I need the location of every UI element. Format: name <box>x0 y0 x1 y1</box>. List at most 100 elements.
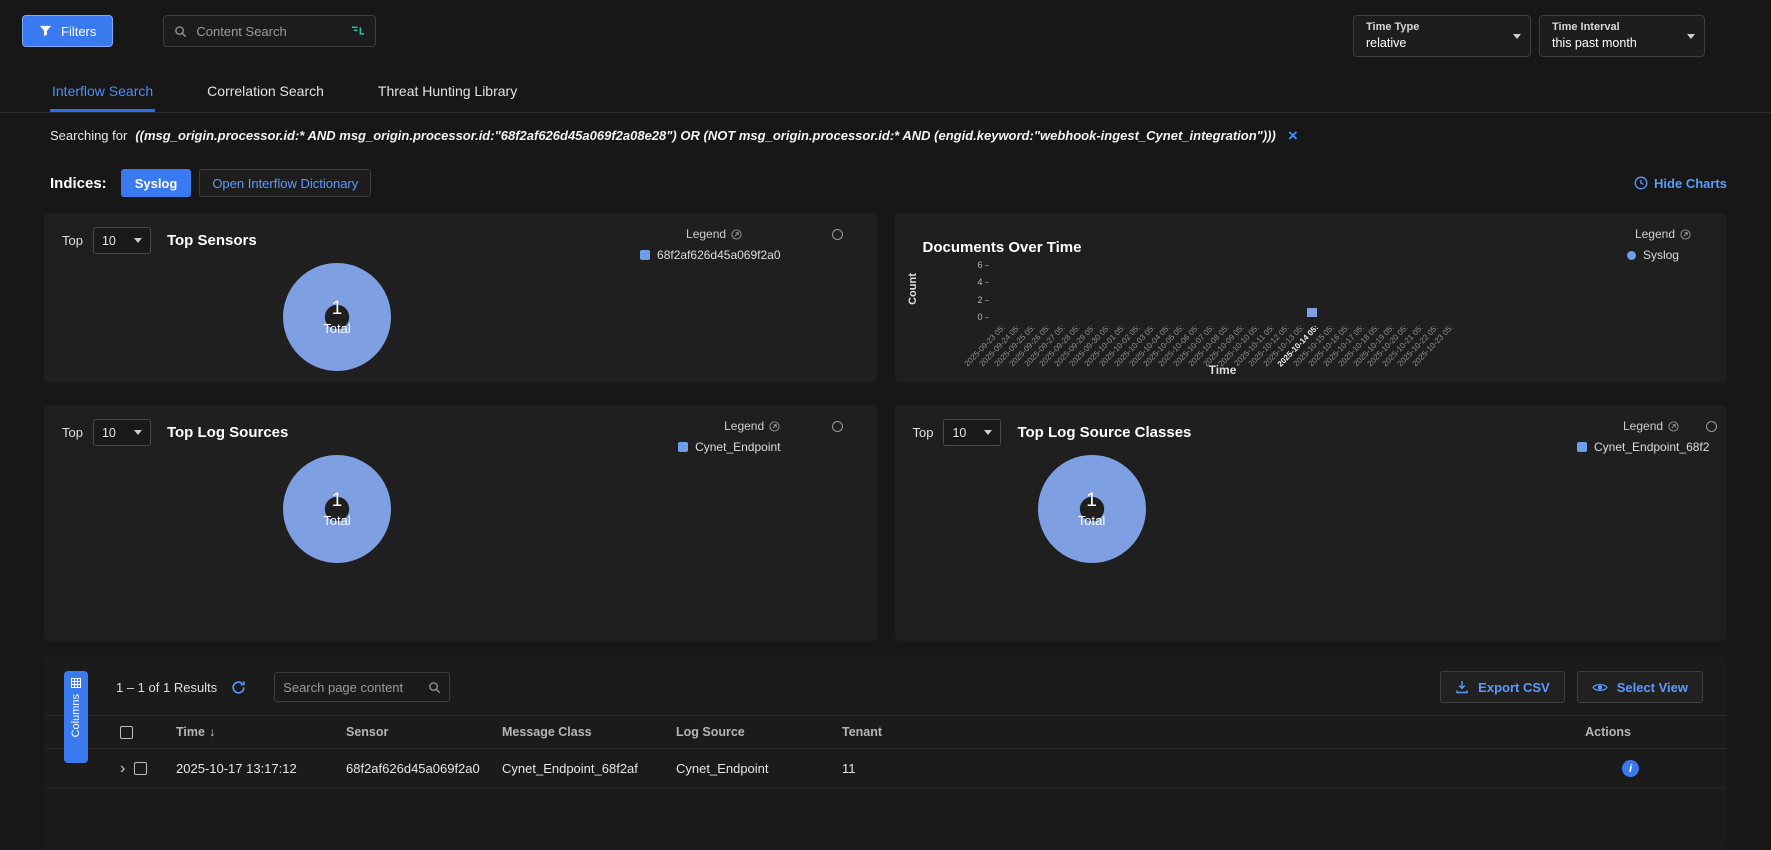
content-search[interactable] <box>163 15 376 47</box>
open-interflow-dictionary-button[interactable]: Open Interflow Dictionary <box>199 169 371 197</box>
top-log-sources-donut-chart[interactable]: 1 Total <box>283 455 391 563</box>
time-interval-select[interactable]: Time Interval this past month <box>1539 15 1705 57</box>
refresh-icon[interactable] <box>231 680 246 695</box>
results-panel: Columns 1 – 1 of 1 Results Export CSV Se… <box>44 655 1727 850</box>
content-search-input[interactable] <box>196 24 341 39</box>
top-sensors-count-select[interactable]: 10 <box>93 227 151 254</box>
row-expand-icon[interactable]: › <box>120 761 125 777</box>
legend-swatch-icon <box>1627 251 1636 260</box>
chart-options-radio[interactable] <box>832 229 843 240</box>
y-tick: 0 <box>977 312 982 322</box>
y-axis-label: Count <box>907 259 919 319</box>
column-header-tenant[interactable]: Tenant <box>842 725 962 739</box>
tab-correlation-search[interactable]: Correlation Search <box>205 77 326 112</box>
select-view-label: Select View <box>1617 680 1688 695</box>
page-content-search[interactable] <box>274 672 450 702</box>
time-type-label: Time Type <box>1366 21 1506 33</box>
chart-options-radio[interactable] <box>1706 421 1717 432</box>
legend-item[interactable]: Cynet_Endpoint_68f2af <box>1577 440 1709 454</box>
chevron-down-icon <box>1513 34 1521 39</box>
column-header-log-source[interactable]: Log Source <box>676 725 842 739</box>
legend-label: Legend <box>724 419 764 433</box>
top-log-source-classes-count-select[interactable]: 10 <box>943 419 1001 446</box>
chevron-down-icon <box>134 430 142 435</box>
cell-time: 2025-10-17 13:17:12 <box>176 761 346 776</box>
hide-charts-label: Hide Charts <box>1654 176 1727 191</box>
row-select-cell: › <box>120 761 176 777</box>
legend-expand-icon <box>731 229 742 240</box>
legend-item[interactable]: Syslog <box>1627 248 1691 262</box>
legend-header[interactable]: Legend <box>1623 419 1709 433</box>
filters-button[interactable]: Filters <box>22 15 113 47</box>
tab-threat-hunting-library[interactable]: Threat Hunting Library <box>376 77 519 112</box>
hide-charts-link[interactable]: Hide Charts <box>1634 176 1727 191</box>
legend-header[interactable]: Legend <box>1635 227 1691 241</box>
tab-interflow-search[interactable]: Interflow Search <box>50 77 155 112</box>
top-log-sources-count-select[interactable]: 10 <box>93 419 151 446</box>
select-all-checkbox[interactable] <box>120 726 133 739</box>
docs-y-axis: 0246 <box>957 265 991 317</box>
clear-query-icon[interactable]: × <box>1288 127 1298 144</box>
donut-total-value: 1 <box>332 298 343 320</box>
legend-swatch-icon <box>678 442 688 452</box>
y-tick: 6 <box>977 260 982 270</box>
syslog-index-button[interactable]: Syslog <box>121 169 192 197</box>
card-title: Top Log Source Classes <box>1017 424 1191 441</box>
page-content-search-input[interactable] <box>283 680 422 695</box>
legend-item[interactable]: 68f2af626d45a069f2a0 <box>640 248 780 262</box>
column-header-sensor[interactable]: Sensor <box>346 725 502 739</box>
legend: Legend Cynet_Endpoint_68f2af <box>1577 419 1709 454</box>
legend-header[interactable]: Legend <box>724 419 780 433</box>
chevron-down-icon <box>1687 34 1695 39</box>
legend-item-label: Cynet_Endpoint <box>695 440 780 454</box>
columns-button[interactable]: Columns <box>64 671 88 763</box>
legend-header[interactable]: Legend <box>686 227 780 241</box>
filters-label: Filters <box>61 24 96 39</box>
top-log-source-classes-donut-chart[interactable]: 1 Total <box>1038 455 1146 563</box>
search-icon <box>174 25 187 38</box>
card-top-sensors: Top 10 Top Sensors Legend 68f2af626d45a0… <box>44 213 877 383</box>
top-log-source-classes-count-value: 10 <box>952 426 966 440</box>
top-bar: Filters Time Type relative Time Interval… <box>0 0 1771 57</box>
legend-item-label: 68f2af626d45a069f2a0 <box>657 248 780 262</box>
time-interval-label: Time Interval <box>1552 21 1680 33</box>
cell-sensor: 68f2af626d45a069f2a0 <box>346 761 502 776</box>
charts-grid: Top 10 Top Sensors Legend 68f2af626d45a0… <box>44 213 1727 641</box>
query-prefix: Searching for <box>50 128 127 143</box>
chart-options-radio[interactable] <box>832 421 843 432</box>
row-checkbox[interactable] <box>134 762 147 775</box>
top-label: Top <box>913 425 934 440</box>
time-type-select[interactable]: Time Type relative <box>1353 15 1531 57</box>
sort-desc-icon: ↓ <box>209 725 215 739</box>
top-sensors-count-value: 10 <box>102 234 116 248</box>
chevron-down-icon <box>134 238 142 243</box>
top-label: Top <box>62 425 83 440</box>
eye-icon <box>1592 682 1608 693</box>
legend-swatch-icon <box>640 250 650 260</box>
export-csv-button[interactable]: Export CSV <box>1440 671 1565 703</box>
legend-label: Legend <box>1635 227 1675 241</box>
x-axis-label: Time <box>999 363 1447 377</box>
card-title: Top Log Sources <box>167 424 288 441</box>
donut-total-label: Total <box>1078 513 1105 528</box>
info-icon[interactable]: i <box>1622 760 1639 777</box>
select-view-button[interactable]: Select View <box>1577 671 1703 703</box>
legend: Legend Cynet_Endpoint <box>678 419 780 454</box>
legend-label: Legend <box>1623 419 1663 433</box>
indices-row: Indices: Syslog Open Interflow Dictionar… <box>0 144 1771 197</box>
top-label: Top <box>62 233 83 248</box>
legend-expand-icon <box>1668 421 1679 432</box>
cell-message-class: Cynet_Endpoint_68f2af <box>502 761 676 776</box>
legend-item-label: Cynet_Endpoint_68f2af <box>1594 440 1709 454</box>
time-header-label: Time <box>176 725 205 739</box>
column-header-time[interactable]: Time ↓ <box>176 725 346 739</box>
top-sensors-donut-chart[interactable]: 1 Total <box>283 263 391 371</box>
doc-count-bar[interactable] <box>1307 308 1317 317</box>
legend-item[interactable]: Cynet_Endpoint <box>678 440 780 454</box>
export-csv-label: Export CSV <box>1478 680 1550 695</box>
table-row: › 2025-10-17 13:17:12 68f2af626d45a069f2… <box>44 749 1727 789</box>
query-text: ((msg_origin.processor.id:* AND msg_orig… <box>135 128 1276 143</box>
columns-grid-icon <box>71 678 81 688</box>
legend-swatch-icon <box>1577 442 1587 452</box>
column-header-message-class[interactable]: Message Class <box>502 725 676 739</box>
